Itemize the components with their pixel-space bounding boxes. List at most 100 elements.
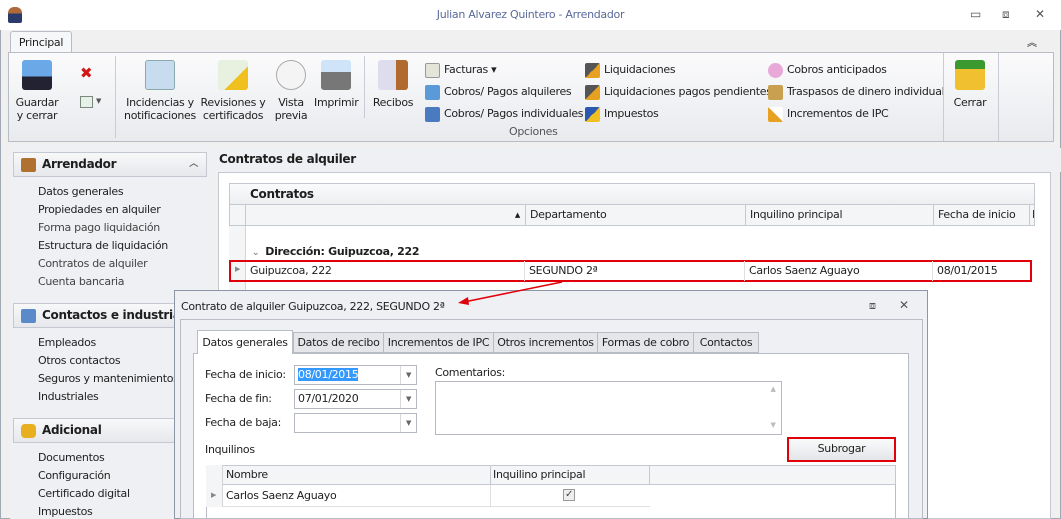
imprimir-button[interactable]: Imprimir (314, 60, 359, 109)
money-transfer-icon (768, 84, 783, 100)
fecha-inicio-field[interactable]: 08/01/2015 ▼ (294, 365, 417, 385)
dropdown-arrow-icon[interactable]: ▼ (400, 366, 416, 384)
fecha-fin-field[interactable]: 07/01/2020 ▼ (294, 389, 417, 409)
inquilino-nombre: Carlos Saenz Aguayo (226, 489, 337, 502)
chevron-up-icon: ︿ (189, 159, 198, 169)
tab-incrementos-ipc[interactable]: Incrementos de IPC (383, 332, 494, 353)
dropdown-arrow-icon[interactable]: ▼ (400, 390, 416, 408)
calculator-user-icon (425, 106, 440, 122)
sidebar-item-industriales[interactable]: Industriales (38, 390, 99, 403)
sidebar-item-otros-contactos[interactable]: Otros contactos (38, 354, 121, 367)
incidencias-button[interactable]: Incidencias y notificaciones (124, 60, 196, 122)
column-header-fecha-inicio[interactable]: Fecha de inicio (933, 205, 1030, 226)
recibos-button[interactable]: Recibos (370, 60, 416, 109)
sidebar-item-estructura[interactable]: Estructura de liquidación (38, 239, 168, 252)
invoice-icon (425, 62, 440, 78)
tab-formas-cobro[interactable]: Formas de cobro (597, 332, 694, 353)
title-bar: Julian Alvarez Quintero - Arrendador ▭ ⧈… (0, 0, 1061, 30)
sidebar-item-seguros[interactable]: Seguros y mantenimientos (38, 372, 179, 385)
facturas-button[interactable]: Facturas ▾ (425, 59, 583, 81)
close-button[interactable]: ✕ (1035, 7, 1045, 21)
comentarios-textarea[interactable]: ▲ ▼ (435, 381, 782, 435)
minimize-button[interactable]: ▭ (970, 7, 981, 21)
chevron-down-icon: ⌄ (252, 248, 260, 258)
chart-up-icon (768, 106, 783, 122)
column-header-departamento[interactable]: Departamento (525, 205, 746, 226)
row-indicator-icon: ▶ (211, 491, 217, 499)
column-header-nombre[interactable]: Nombre (222, 465, 491, 485)
impuestos-button[interactable]: Impuestos (585, 103, 772, 125)
tab-otros-incrementos[interactable]: Otros incrementos (493, 332, 598, 353)
folder-exit-icon (955, 60, 985, 90)
tab-datos-generales[interactable]: Datos generales (197, 330, 293, 354)
liquidaciones-button[interactable]: Liquidaciones (585, 59, 772, 81)
inquilino-principal-checkbox[interactable]: ✓ (563, 489, 575, 501)
arrendador-icon (21, 158, 36, 172)
traspasos-button[interactable]: Traspasos de dinero individual (768, 81, 945, 103)
fecha-baja-field[interactable]: ▼ (294, 413, 417, 433)
fecha-baja-label: Fecha de baja: (205, 416, 282, 429)
column-header-direccion[interactable]: ▲ (245, 205, 526, 226)
floppy-disk-icon (22, 60, 52, 90)
sidebar-item-impuestos[interactable]: Impuestos (38, 505, 93, 518)
sidebar-item-certificado[interactable]: Certificado digital (38, 487, 130, 500)
piggy-bank-icon (768, 62, 783, 78)
calculator-dropdown-icon[interactable] (80, 96, 93, 108)
tab-contactos[interactable]: Contactos (693, 332, 759, 353)
sidebar-item-documentos[interactable]: Documentos (38, 451, 105, 464)
sidebar-group-arrendador[interactable]: Arrendador ︿ (13, 152, 207, 177)
magnifier-icon (276, 60, 306, 90)
column-header-more[interactable]: F (1029, 205, 1035, 226)
cell-fecha: 08/01/2015 (937, 264, 998, 277)
dialog-close-button[interactable]: ✕ (899, 298, 909, 312)
calculator-icon (425, 84, 440, 100)
cobros-anticipados-button[interactable]: Cobros anticipados (768, 59, 944, 81)
dropdown-arrow-icon[interactable]: ▼ (400, 414, 416, 432)
revisiones-button[interactable]: Revisiones y certificados (200, 60, 266, 122)
inquilinos-label: Inquilinos (205, 443, 255, 456)
scrollbar[interactable]: ▲ ▼ (765, 382, 781, 434)
column-header-inquilino-principal[interactable]: Inquilino principal (490, 465, 650, 485)
bell-document-icon (218, 60, 248, 90)
collapse-ribbon-icon[interactable]: ︽ (1027, 34, 1037, 49)
comentarios-label: Comentarios: (435, 366, 506, 379)
page-title: Contratos de alquiler (212, 148, 1061, 172)
annotation-arrow (458, 281, 563, 305)
cerrar-button[interactable]: Cerrar (948, 60, 992, 109)
cobros-pagos-individuales-button[interactable]: Cobros/ Pagos individuales (425, 103, 584, 125)
window-title: Julian Alvarez Quintero - Arrendador (436, 8, 625, 21)
column-header-inquilino[interactable]: Inquilino principal (745, 205, 934, 226)
dialog-restore-button[interactable]: ⧈ (869, 299, 876, 313)
cobros-pagos-alquileres-button[interactable]: Cobros/ Pagos alquileres (425, 81, 583, 103)
clipboard-check-icon (145, 60, 175, 90)
sidebar-item-empleados[interactable]: Empleados (38, 336, 96, 349)
save-close-button[interactable]: Guardar y cerrar (12, 60, 62, 122)
restore-button[interactable]: ⧈ (1002, 7, 1010, 22)
liquidation-pending-icon (585, 84, 600, 100)
printer-icon (321, 60, 351, 90)
fecha-inicio-label: Fecha de inicio: (205, 368, 286, 381)
sidebar-item-forma-pago[interactable]: Forma pago liquidación (38, 221, 160, 234)
dialog-title: Contrato de alquiler Guipuzcoa, 222, SEG… (181, 300, 445, 313)
group-label-opciones: Opciones (509, 125, 558, 138)
incrementos-ipc-button[interactable]: Incrementos de IPC (768, 103, 944, 125)
tab-datos-recibo[interactable]: Datos de recibo (293, 332, 384, 353)
cell-inquilino: Carlos Saenz Aguayo (745, 261, 933, 281)
subrogar-button[interactable]: Subrogar (787, 437, 896, 462)
sidebar-item-datos-generales[interactable]: Datos generales (38, 185, 124, 198)
database-icon (21, 424, 36, 438)
row-indicator-icon: ▶ (235, 265, 241, 273)
vista-previa-button[interactable]: Vista previa (272, 60, 310, 122)
liquidation-icon (585, 62, 600, 78)
liquidaciones-pendientes-button[interactable]: Liquidaciones pagos pendientes (585, 81, 772, 103)
tab-principal[interactable]: Principal (10, 31, 72, 53)
sidebar-item-propiedades[interactable]: Propiedades en alquiler (38, 203, 161, 216)
sidebar-item-configuracion[interactable]: Configuración (38, 469, 111, 482)
sidebar-item-cuenta[interactable]: Cuenta bancaria (38, 275, 125, 288)
fecha-fin-label: Fecha de fin: (205, 392, 272, 405)
tax-agency-icon (585, 106, 600, 122)
sidebar-item-contratos[interactable]: Contratos de alquiler (38, 257, 148, 270)
group-row[interactable]: ⌄ Dirección: Guipuzcoa, 222 (252, 245, 419, 258)
delete-icon[interactable]: ✖ (80, 64, 93, 82)
receipt-icon (378, 60, 408, 90)
